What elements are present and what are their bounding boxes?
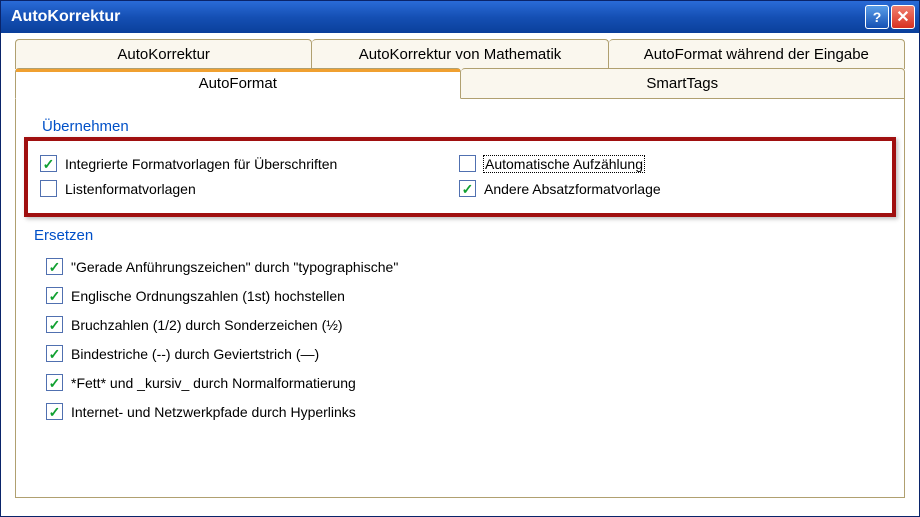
titlebar: AutoKorrektur ? ✕: [1, 1, 919, 33]
option-listenformatvorlagen[interactable]: Listenformatvorlagen: [40, 176, 459, 201]
option-label: Listenformatvorlagen: [65, 181, 196, 197]
client-area: AutoKorrektur AutoKorrektur von Mathemat…: [1, 33, 919, 516]
tabs-row-top: AutoKorrektur AutoKorrektur von Mathemat…: [15, 39, 905, 69]
option-andere-absatzformatvorlage[interactable]: Andere Absatzformatvorlage: [459, 176, 878, 201]
option-label: Bindestriche (--) durch Geviertstrich (—…: [71, 346, 319, 362]
group-title-uebernehmen: Übernehmen: [42, 118, 886, 135]
highlighted-group-uebernehmen: Integrierte Formatvorlagen für Überschri…: [24, 137, 896, 217]
option-label: Andere Absatzformatvorlage: [484, 181, 661, 197]
tab-page-autoformat: Übernehmen Integrierte Formatvorlagen fü…: [15, 98, 905, 498]
option-englische-ordnungszahlen[interactable]: Englische Ordnungszahlen (1st) hochstell…: [46, 281, 886, 310]
option-label: Internet- und Netzwerkpfade durch Hyperl…: [71, 404, 356, 420]
tab-autoformat-eingabe[interactable]: AutoFormat während der Eingabe: [609, 39, 905, 69]
option-label: Automatische Aufzählung: [484, 156, 644, 172]
option-label: Bruchzahlen (1/2) durch Sonderzeichen (½…: [71, 317, 343, 333]
option-label: *Fett* und _kursiv_ durch Normalformatie…: [71, 375, 356, 391]
ersetzen-options: "Gerade Anführungszeichen" durch "typogr…: [34, 252, 886, 426]
option-fett-kursiv[interactable]: *Fett* und _kursiv_ durch Normalformatie…: [46, 368, 886, 397]
close-button[interactable]: ✕: [891, 5, 915, 29]
option-bruchzahlen[interactable]: Bruchzahlen (1/2) durch Sonderzeichen (½…: [46, 310, 886, 339]
option-gerade-anfuehrungszeichen[interactable]: "Gerade Anführungszeichen" durch "typogr…: [46, 252, 886, 281]
option-automatische-aufzaehlung[interactable]: Automatische Aufzählung: [459, 151, 878, 176]
option-label: Englische Ordnungszahlen (1st) hochstell…: [71, 288, 345, 304]
help-button[interactable]: ?: [865, 5, 889, 29]
dialog-window: AutoKorrektur ? ✕ AutoKorrektur AutoKorr…: [0, 0, 920, 517]
checkbox[interactable]: [40, 155, 57, 172]
checkbox[interactable]: [46, 374, 63, 391]
option-internet-netzwerkpfade[interactable]: Internet- und Netzwerkpfade durch Hyperl…: [46, 397, 886, 426]
uebernehmen-options: Integrierte Formatvorlagen für Überschri…: [40, 151, 878, 201]
tab-autokorrektur[interactable]: AutoKorrektur: [15, 39, 312, 69]
checkbox[interactable]: [46, 287, 63, 304]
tab-autokorrektur-mathematik[interactable]: AutoKorrektur von Mathematik: [312, 39, 608, 69]
group-title-ersetzen: Ersetzen: [34, 227, 886, 244]
tab-autoformat[interactable]: AutoFormat: [15, 68, 461, 99]
checkbox[interactable]: [46, 345, 63, 362]
checkbox[interactable]: [40, 180, 57, 197]
tab-smarttags[interactable]: SmartTags: [461, 68, 906, 99]
checkbox[interactable]: [46, 403, 63, 420]
checkbox[interactable]: [46, 316, 63, 333]
window-title: AutoKorrektur: [11, 8, 863, 26]
checkbox[interactable]: [459, 180, 476, 197]
option-label: "Gerade Anführungszeichen" durch "typogr…: [71, 259, 398, 275]
tabs-row-second: AutoFormat SmartTags: [15, 68, 905, 99]
checkbox[interactable]: [459, 155, 476, 172]
checkbox[interactable]: [46, 258, 63, 275]
option-bindestriche[interactable]: Bindestriche (--) durch Geviertstrich (—…: [46, 339, 886, 368]
option-integrierte-formatvorlagen[interactable]: Integrierte Formatvorlagen für Überschri…: [40, 151, 459, 176]
option-label: Integrierte Formatvorlagen für Überschri…: [65, 156, 337, 172]
